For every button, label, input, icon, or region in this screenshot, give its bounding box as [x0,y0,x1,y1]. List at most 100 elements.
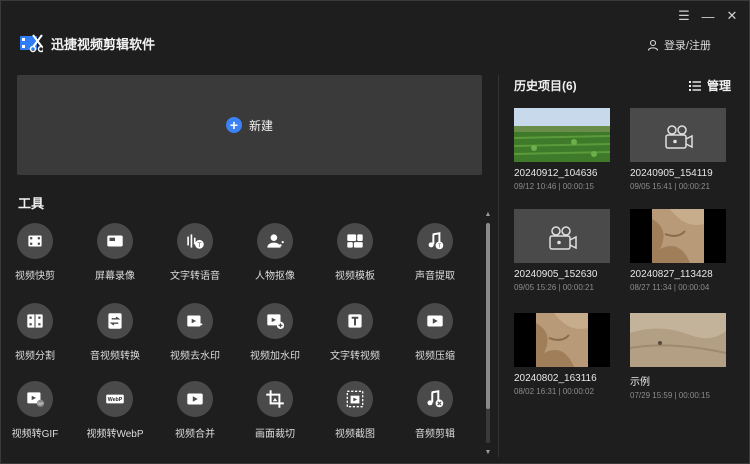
history-item[interactable]: 20240827_113428 08/27 11:34 | 00:00:04 [630,209,726,292]
user-icon [647,39,658,51]
login-label: 登录/注册 [663,40,711,52]
history-thumbnail [630,108,726,162]
text-to-video-icon [337,303,373,339]
menu-icon[interactable]: ☰ [675,7,693,25]
history-item-meta: 07/29 15:59 | 00:00:15 [630,391,710,400]
tool-webp[interactable]: WebP 视频转WebP [83,381,147,440]
new-project-button[interactable]: + 新建 [17,75,482,175]
manage-button[interactable]: 管理 [688,77,731,94]
tools-scrollbar[interactable]: ▲ ▼ [484,211,492,457]
portrait-cutout-icon [257,223,293,259]
history-item-meta: 09/05 15:41 | 00:00:21 [630,182,710,191]
tool-portrait-cutout[interactable]: 人物抠像 [243,223,307,282]
scroll-thumb[interactable] [486,223,490,409]
tool-text-to-speech[interactable]: T 文字转语音 [163,223,227,282]
history-item[interactable]: 20240905_152630 09/05 15:26 | 00:00:21 [514,209,610,292]
app-brand: 迅捷视频剪辑软件 [19,33,155,53]
tool-crop[interactable]: 画面裁切 [243,381,307,440]
history-item-name: 20240912_104636 [514,168,598,179]
history-thumbnail [630,209,726,263]
manage-label: 管理 [706,79,731,93]
tool-label: 视频快剪 [15,271,55,282]
history-thumbnail [514,108,610,162]
plus-icon: + [225,117,242,133]
scroll-down-icon[interactable]: ▼ [484,449,492,457]
audio-edit-icon [417,381,453,417]
history-item-meta: 08/27 11:34 | 00:00:04 [630,283,710,292]
tool-label: 视频合并 [175,429,215,440]
tool-audio-edit[interactable]: 音频剪辑 [403,381,467,440]
tool-remove-watermark[interactable]: 视频去水印 [163,303,227,362]
tool-screenshot[interactable]: 视频截图 [323,381,387,440]
tool-label: 视频转WebP [86,429,144,440]
tool-label: 视频加水印 [250,351,300,362]
tools-heading: 工具 [18,196,45,211]
tool-label: 音视频转换 [90,351,140,362]
merge-icon [177,381,213,417]
tool-label: 屏幕录像 [95,271,135,282]
webp-icon: WebP [97,381,133,417]
tool-label: 视频转GIF [11,429,59,440]
tool-label: 声音提取 [415,271,455,282]
tool-merge[interactable]: 视频合并 [163,381,227,440]
crop-icon [257,381,293,417]
tool-label: 音频剪辑 [415,429,455,440]
tool-label: 人物抠像 [255,271,295,282]
text-to-speech-icon: T [177,223,213,259]
tool-screen-record[interactable]: 屏幕录像 [83,223,147,282]
tool-text-to-video[interactable]: 文字转视频 [323,303,387,362]
gif-icon: GIF [17,381,53,417]
tool-label: 视频模板 [335,271,375,282]
tool-label: 文字转语音 [170,271,220,282]
tool-label: 文字转视频 [330,351,380,362]
scroll-up-icon[interactable]: ▲ [484,211,492,219]
history-item-name: 20240905_154119 [630,168,713,179]
tool-label: 视频截图 [335,429,375,440]
tool-label: 画面裁切 [255,429,295,440]
app-title: 迅捷视频剪辑软件 [51,36,156,52]
svg-text:T: T [197,242,201,249]
tool-label: 视频分割 [15,351,55,362]
minimize-button[interactable]: — [699,7,717,25]
login-button[interactable]: 登录/注册 [647,37,711,53]
history-item-meta: 09/05 15:26 | 00:00:21 [514,283,594,292]
split-icon [17,303,53,339]
panel-divider [498,75,499,457]
tool-convert[interactable]: 音视频转换 [83,303,147,362]
close-button[interactable]: ✕ [723,7,741,25]
film-icon [17,223,53,259]
compress-icon [417,303,453,339]
history-item-name: 示例 [630,377,650,388]
screenshot-icon [337,381,373,417]
svg-text:GIF: GIF [37,402,44,406]
app-window: ☰ — ✕ 迅捷视频剪辑软件 登录/注册 + 新建 工具 视频快剪 屏幕录像 T 文字… [0,0,750,464]
tool-split[interactable]: 视频分割 [3,303,67,362]
tool-label: 视频去水印 [170,351,220,362]
convert-icon [97,303,133,339]
tool-template[interactable]: 视频模板 [323,223,387,282]
history-item-meta: 09/12 10:46 | 00:00:15 [514,182,594,191]
history-title: 历史项目(6) [514,79,577,93]
history-item[interactable]: 20240912_104636 09/12 10:46 | 00:00:15 [514,108,610,191]
history-item[interactable]: 20240802_163116 08/02 16:31 | 00:00:02 [514,313,610,396]
app-logo-icon [20,34,43,53]
tool-gif[interactable]: GIF 视频转GIF [3,381,67,440]
screen-record-icon [97,223,133,259]
tool-compress[interactable]: 视频压缩 [403,303,467,362]
list-icon [688,80,701,91]
history-item-meta: 08/02 16:31 | 00:00:02 [514,387,594,396]
history-item-name: 20240905_152630 [514,269,598,280]
remove-watermark-icon [177,303,213,339]
template-icon [337,223,373,259]
tool-film[interactable]: 视频快剪 [3,223,67,282]
svg-text:WebP: WebP [108,397,123,403]
tool-add-watermark[interactable]: 视频加水印 [243,303,307,362]
history-item[interactable]: 20240905_154119 09/05 15:41 | 00:00:21 [630,108,726,191]
history-thumbnail [514,313,610,367]
audio-extract-icon: T [417,223,453,259]
add-watermark-icon [257,303,293,339]
history-item[interactable]: 示例 07/29 15:59 | 00:00:15 [630,313,726,400]
history-thumbnail [514,209,610,263]
tool-audio-extract[interactable]: T 声音提取 [403,223,467,282]
history-item-name: 20240827_113428 [630,269,713,280]
